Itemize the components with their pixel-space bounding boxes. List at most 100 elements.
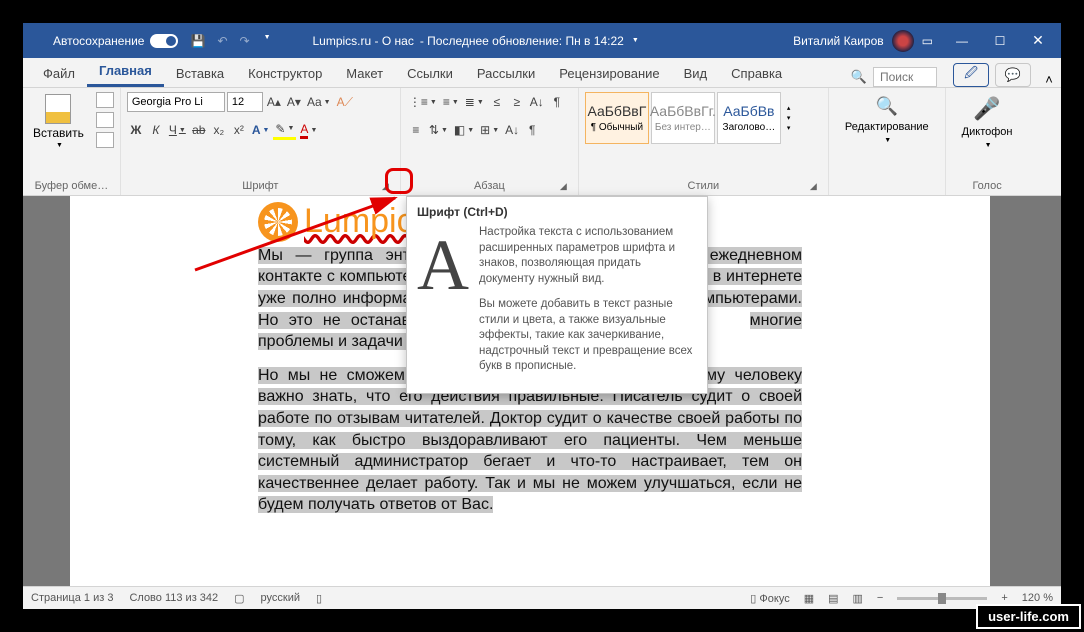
search-input[interactable] xyxy=(873,67,937,87)
web-layout-icon[interactable]: ▥ xyxy=(853,592,863,605)
share-button[interactable]: 🖉 xyxy=(953,63,989,87)
borders-icon[interactable]: ⊞▼ xyxy=(478,120,501,140)
tab-insert[interactable]: Вставка xyxy=(164,60,236,87)
accessibility-icon[interactable]: ▯ xyxy=(316,592,322,605)
dialog-launcher-icon[interactable]: ◢ xyxy=(807,180,820,193)
decrease-indent-icon[interactable]: ≤ xyxy=(488,92,506,112)
sort-icon2[interactable]: A↓ xyxy=(503,120,521,140)
sort-icon[interactable]: A↓ xyxy=(528,92,546,112)
dictate-label[interactable]: Диктофон xyxy=(962,126,1013,138)
zoom-level[interactable]: 120 % xyxy=(1022,592,1053,604)
group-label-styles: Стили xyxy=(688,180,720,192)
watermark: user-life.com xyxy=(976,604,1081,629)
multilevel-icon[interactable]: ≣▼ xyxy=(463,92,486,112)
tab-file[interactable]: Файл xyxy=(31,60,87,87)
avatar[interactable] xyxy=(892,30,914,52)
find-icon[interactable]: 🔍 xyxy=(876,96,898,117)
highlight-icon[interactable]: ✎▼ xyxy=(273,120,296,140)
format-painter-icon[interactable] xyxy=(96,132,114,148)
italic-button[interactable]: К xyxy=(147,120,165,140)
paste-label: Вставить xyxy=(33,126,84,140)
editing-label[interactable]: Редактирование xyxy=(845,121,929,133)
clear-format-icon[interactable]: A⟋ xyxy=(335,92,355,112)
tab-layout[interactable]: Макет xyxy=(334,60,395,87)
text-effects-icon[interactable]: A▼ xyxy=(250,120,272,140)
toggle-icon[interactable] xyxy=(150,34,178,48)
tab-help[interactable]: Справка xyxy=(719,60,794,87)
tooltip-p1: Настройка текста с использованием расшир… xyxy=(479,225,697,287)
font-color-icon[interactable]: A▼ xyxy=(298,120,319,140)
search-box[interactable]: 🔍 xyxy=(841,67,947,87)
grow-font-icon[interactable]: A▴ xyxy=(265,92,283,112)
autosave-label: Автосохранение xyxy=(53,34,144,48)
change-case-icon[interactable]: Aa▼ xyxy=(305,92,333,112)
user-name[interactable]: Виталий Каиров xyxy=(793,34,884,48)
page-indicator[interactable]: Страница 1 из 3 xyxy=(31,592,113,604)
tab-view[interactable]: Вид xyxy=(672,60,720,87)
font-name-combo[interactable]: Georgia Pro Li xyxy=(127,92,225,112)
dictate-icon[interactable]: 🎤 xyxy=(973,96,1000,122)
dialog-launcher-icon[interactable]: ◢ xyxy=(557,180,570,193)
cut-icon[interactable] xyxy=(96,92,114,108)
group-voice: 🎤 Диктофон ▼ Голос xyxy=(946,88,1029,195)
shrink-font-icon[interactable]: A▾ xyxy=(285,92,303,112)
show-marks-icon[interactable]: ¶ xyxy=(548,92,566,112)
tab-review[interactable]: Рецензирование xyxy=(547,60,671,87)
print-layout-icon[interactable]: ▤ xyxy=(828,592,838,605)
styles-up-icon[interactable]: ▴ xyxy=(787,104,791,112)
zoom-slider[interactable] xyxy=(897,597,987,600)
redo-icon[interactable]: ↷ xyxy=(240,34,250,48)
collapse-ribbon-icon[interactable]: ˄ xyxy=(1037,72,1061,87)
strike-button[interactable]: ab xyxy=(190,120,208,140)
zoom-out-icon[interactable]: − xyxy=(877,592,883,604)
maximize-button[interactable]: ☐ xyxy=(981,23,1019,58)
style-heading[interactable]: АаБбВвЗаголово… xyxy=(717,92,781,144)
read-mode-icon[interactable]: ▦ xyxy=(804,592,814,605)
ribbon-display-icon[interactable]: ▭ xyxy=(922,34,933,48)
tooltip-p2: Вы можете добавить в текст разные стили … xyxy=(479,297,697,375)
underline-button[interactable]: Ч▼ xyxy=(167,120,188,140)
qat-dropdown-icon[interactable]: ▼ xyxy=(264,34,271,48)
paste-button[interactable]: Вставить ▼ xyxy=(29,92,88,151)
bold-button[interactable]: Ж xyxy=(127,120,145,140)
focus-mode[interactable]: ▯ Фокус xyxy=(750,592,789,605)
tooltip-title: Шрифт (Ctrl+D) xyxy=(417,205,697,219)
title-dropdown-icon[interactable]: ▼ xyxy=(632,37,639,44)
document-title: Lumpics.ru - О нас xyxy=(313,34,414,48)
copy-icon[interactable] xyxy=(96,112,114,128)
line-spacing-icon[interactable]: ⇅▼ xyxy=(427,120,450,140)
numbering-icon[interactable]: ≡▼ xyxy=(441,92,461,112)
font-size-combo[interactable]: 12 xyxy=(227,92,263,112)
minimize-button[interactable]: — xyxy=(943,23,981,58)
autosave-toggle[interactable]: Автосохранение xyxy=(53,34,178,48)
comments-button[interactable]: 💬 xyxy=(995,63,1031,87)
style-normal[interactable]: АаБбВвГ¶ Обычный xyxy=(585,92,649,144)
superscript-button[interactable]: x² xyxy=(230,120,248,140)
tab-mailings[interactable]: Рассылки xyxy=(465,60,547,87)
tab-references[interactable]: Ссылки xyxy=(395,60,465,87)
chevron-down-icon[interactable]: ▼ xyxy=(985,142,992,149)
styles-more-icon[interactable]: ▾ xyxy=(787,124,791,132)
annotation-circle xyxy=(385,168,413,194)
word-count[interactable]: Слово 113 из 342 xyxy=(129,592,218,604)
spellcheck-icon[interactable]: ▢ xyxy=(234,592,244,605)
align-left-icon[interactable]: ≡ xyxy=(407,120,425,140)
tab-design[interactable]: Конструктор xyxy=(236,60,334,87)
pilcrow-icon[interactable]: ¶ xyxy=(523,120,541,140)
styles-down-icon[interactable]: ▾ xyxy=(787,114,791,122)
style-nospacing[interactable]: АаБбВвГг.Без интер… xyxy=(651,92,715,144)
chevron-down-icon[interactable]: ▼ xyxy=(884,137,891,144)
shading-icon[interactable]: ◧▼ xyxy=(452,120,476,140)
increase-indent-icon[interactable]: ≥ xyxy=(508,92,526,112)
statusbar: Страница 1 из 3 Слово 113 из 342 ▢ русск… xyxy=(23,586,1061,609)
save-icon[interactable]: 💾 xyxy=(190,34,205,48)
tab-home[interactable]: Главная xyxy=(87,57,164,87)
zoom-in-icon[interactable]: + xyxy=(1001,592,1007,604)
close-button[interactable]: ✕ xyxy=(1019,23,1057,58)
bullets-icon[interactable]: ⋮≡▼ xyxy=(407,92,439,112)
subscript-button[interactable]: x₂ xyxy=(210,120,228,140)
language-indicator[interactable]: русский xyxy=(261,592,300,604)
group-clipboard: Вставить ▼ Буфер обме… xyxy=(23,88,121,195)
undo-icon[interactable]: ↶ xyxy=(217,34,227,48)
group-font: Georgia Pro Li 12 A▴ A▾ Aa▼ A⟋ Ж К Ч▼ ab… xyxy=(121,88,401,195)
